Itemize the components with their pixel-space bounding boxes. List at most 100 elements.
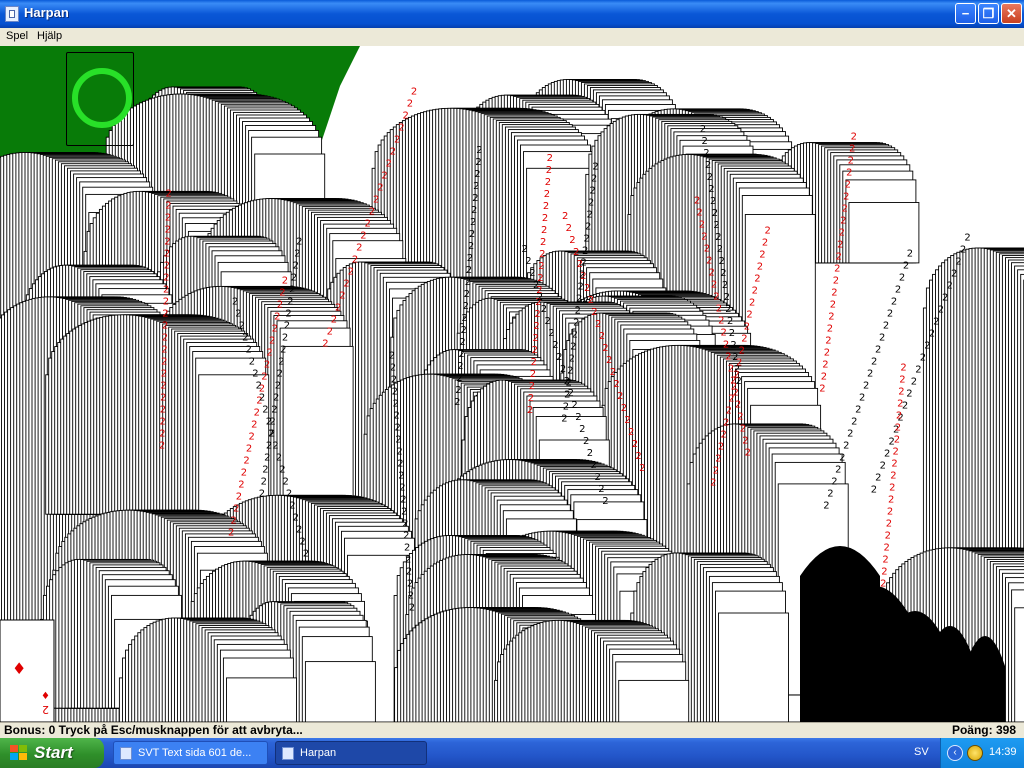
taskbar-item-label: SVT Text sida 601 de... — [138, 747, 252, 759]
start-button[interactable]: Start — [0, 738, 104, 768]
svg-text:2: 2 — [834, 264, 840, 275]
show-hidden-icons-button[interactable]: ‹ — [947, 745, 963, 761]
svg-text:2: 2 — [398, 122, 404, 133]
menu-item-hjalp[interactable]: Hjälp — [37, 30, 62, 42]
svg-text:2: 2 — [855, 405, 861, 416]
svg-text:2: 2 — [728, 394, 734, 405]
svg-text:2: 2 — [163, 297, 169, 308]
app-icon[interactable] — [5, 6, 19, 22]
svg-text:2: 2 — [715, 454, 721, 465]
svg-text:2: 2 — [261, 476, 267, 487]
close-button[interactable]: ✕ — [1001, 3, 1022, 24]
svg-text:2: 2 — [735, 399, 741, 410]
svg-text:2: 2 — [396, 446, 402, 457]
svg-text:2: 2 — [277, 299, 283, 310]
svg-text:2: 2 — [287, 296, 293, 307]
svg-text:2: 2 — [249, 357, 255, 368]
svg-text:2: 2 — [544, 189, 550, 200]
svg-text:2: 2 — [262, 464, 268, 475]
svg-text:2: 2 — [160, 381, 166, 392]
svg-text:2: 2 — [461, 325, 467, 336]
svg-text:2: 2 — [736, 358, 742, 369]
svg-text:2: 2 — [463, 301, 469, 312]
svg-text:2: 2 — [886, 518, 892, 529]
svg-text:2: 2 — [284, 320, 290, 331]
svg-text:2: 2 — [395, 422, 401, 433]
svg-text:2: 2 — [365, 218, 371, 229]
svg-text:2: 2 — [582, 246, 588, 257]
svg-text:2: 2 — [830, 300, 836, 311]
svg-text:2: 2 — [639, 463, 645, 474]
title-bar[interactable]: Harpan − ❐ ✕ — [0, 0, 1024, 28]
svg-text:2: 2 — [894, 434, 900, 445]
svg-text:2: 2 — [162, 309, 168, 320]
svg-text:2: 2 — [754, 274, 760, 285]
svg-text:2: 2 — [588, 295, 594, 306]
svg-text:2: 2 — [527, 405, 533, 416]
svg-text:2: 2 — [552, 340, 558, 351]
svg-text:2: 2 — [266, 440, 272, 451]
svg-text:2: 2 — [723, 339, 729, 350]
svg-text:2: 2 — [833, 276, 839, 287]
clock[interactable]: 14:39 — [989, 746, 1017, 758]
taskbar-item-harpan[interactable]: Harpan — [275, 741, 427, 765]
svg-text:2: 2 — [464, 289, 470, 300]
svg-text:2: 2 — [391, 374, 397, 385]
svg-text:2: 2 — [285, 308, 291, 319]
svg-text:2: 2 — [602, 496, 608, 507]
stock-pile[interactable] — [66, 52, 134, 146]
svg-text:2: 2 — [706, 255, 712, 266]
svg-text:2: 2 — [863, 381, 869, 392]
svg-text:2: 2 — [348, 266, 354, 277]
svg-text:2: 2 — [471, 205, 477, 216]
svg-text:2: 2 — [293, 513, 299, 524]
svg-text:2: 2 — [960, 244, 966, 255]
svg-text:2: 2 — [269, 335, 275, 346]
svg-text:2: 2 — [161, 369, 167, 380]
svg-text:2: 2 — [585, 222, 591, 233]
system-tray: ‹ 14:39 — [940, 738, 1024, 768]
svg-text:2: 2 — [924, 340, 930, 351]
menu-item-spel[interactable]: Spel — [6, 30, 28, 42]
game-area[interactable]: 2 2 2 2 2 2 2 2 2 2 2 2 2 2 2 2 2 2 2 2 2 2 2 2 2 2 2 2 2 2 2 2 2 2 2 2 2 2 2 2… — [0, 46, 1024, 722]
svg-text:2: 2 — [42, 703, 49, 716]
svg-text:2: 2 — [722, 280, 728, 291]
svg-text:2: 2 — [933, 316, 939, 327]
network-globe-icon[interactable] — [967, 745, 983, 761]
svg-text:2: 2 — [259, 393, 265, 404]
svg-text:2: 2 — [888, 494, 894, 505]
svg-text:2: 2 — [241, 467, 247, 478]
svg-text:2: 2 — [531, 357, 537, 368]
language-indicator[interactable]: SV — [914, 746, 929, 758]
svg-text:2: 2 — [726, 406, 732, 417]
svg-text:2: 2 — [839, 453, 845, 464]
taskbar-item-svt-text[interactable]: SVT Text sida 601 de... — [113, 741, 268, 765]
svg-text:2: 2 — [727, 316, 733, 327]
svg-text:2: 2 — [819, 384, 825, 395]
svg-text:2: 2 — [610, 367, 616, 378]
svg-text:2: 2 — [164, 237, 170, 248]
svg-text:2: 2 — [159, 441, 165, 452]
svg-text:2: 2 — [899, 273, 905, 284]
svg-text:2: 2 — [599, 331, 605, 342]
svg-text:2: 2 — [254, 407, 260, 418]
svg-text:2: 2 — [721, 327, 727, 338]
svg-text:2: 2 — [277, 368, 283, 379]
svg-text:2: 2 — [903, 261, 909, 272]
svg-text:2: 2 — [233, 503, 239, 514]
svg-text:2: 2 — [294, 248, 300, 259]
svg-text:2: 2 — [296, 525, 302, 536]
minimize-button[interactable]: − — [955, 3, 976, 24]
svg-text:2: 2 — [286, 489, 292, 500]
svg-text:2: 2 — [765, 226, 771, 237]
svg-text:2: 2 — [719, 256, 725, 267]
svg-text:2: 2 — [825, 336, 831, 347]
maximize-button[interactable]: ❐ — [978, 3, 999, 24]
svg-text:2: 2 — [238, 479, 244, 490]
svg-text:2: 2 — [895, 422, 901, 433]
svg-text:2: 2 — [598, 484, 604, 495]
svg-text:2: 2 — [273, 392, 279, 403]
svg-text:2: 2 — [401, 506, 407, 517]
svg-text:2: 2 — [569, 235, 575, 246]
svg-text:2: 2 — [264, 359, 270, 370]
